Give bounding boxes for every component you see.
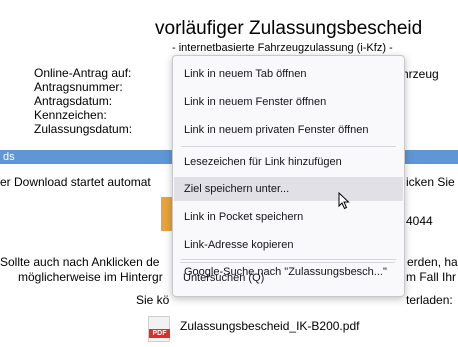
menu-item-bookmark-link[interactable]: Lesezeichen für Link hinzufügen [174,150,403,174]
download-text-line4-right: terladen: [406,293,453,307]
menu-item-open-new-tab[interactable]: Link in neuem Tab öffnen [174,62,403,86]
pdf-icon[interactable]: PDF [148,316,170,342]
field-antragsdatum: Antragsdatum: [34,94,113,108]
menu-separator [181,146,396,147]
pdf-tag: PDF [149,329,170,338]
download-text-line2-right: erden, ha [407,255,458,269]
pdf-download-link[interactable]: Zulassungsbescheid_IK-B200.pdf [180,319,359,333]
field-value-partial: hrzeug [402,67,439,81]
page-title: vorläufiger Zulassungsbescheid [155,18,423,39]
download-text-line1-left: er Download startet automat [0,175,151,189]
menu-item-open-private-window[interactable]: Link in neuem privaten Fenster öffnen [174,118,403,142]
menu-item-open-new-window[interactable]: Link in neuem Fenster öffnen [174,90,403,114]
download-text-line3-right: m Fall Ihr [406,270,457,284]
field-kennzeichen: Kennzeichen: [34,108,107,122]
mouse-cursor-icon [338,192,350,210]
download-text-line3-left: möglicherweise im Hintergr [18,270,163,284]
download-text-line1-right: icken Sie [406,175,455,189]
field-online-antrag: Online-Antrag auf: [34,66,132,80]
field-zulassungsdatum: Zulassungsdatum: [34,122,133,136]
menu-separator [180,262,395,263]
downloads-bar-label: ds [3,151,15,163]
page-subtitle: - internetbasierte Fahrzeugzulassung (i-… [172,42,393,54]
menu-item-inspect[interactable]: Untersuchen (Q) [173,266,402,290]
menu-item-copy-link[interactable]: Link-Adresse kopieren [174,233,403,257]
menu-item-save-to-pocket[interactable]: Link in Pocket speichern [174,205,403,229]
menu-separator [181,259,396,260]
download-text-line2-left: Sollte auch nach Anklicken de [0,255,160,269]
menu-item-save-link-as[interactable]: Ziel speichern unter... [174,177,403,201]
context-menu: Link in neuem Tab öffnen Link in neuem F… [172,55,405,297]
download-text-line4-left: Sie kö [136,293,170,307]
field-antragsnummer: Antragsnummer: [34,80,123,94]
download-number-right: 4044 [406,214,433,228]
